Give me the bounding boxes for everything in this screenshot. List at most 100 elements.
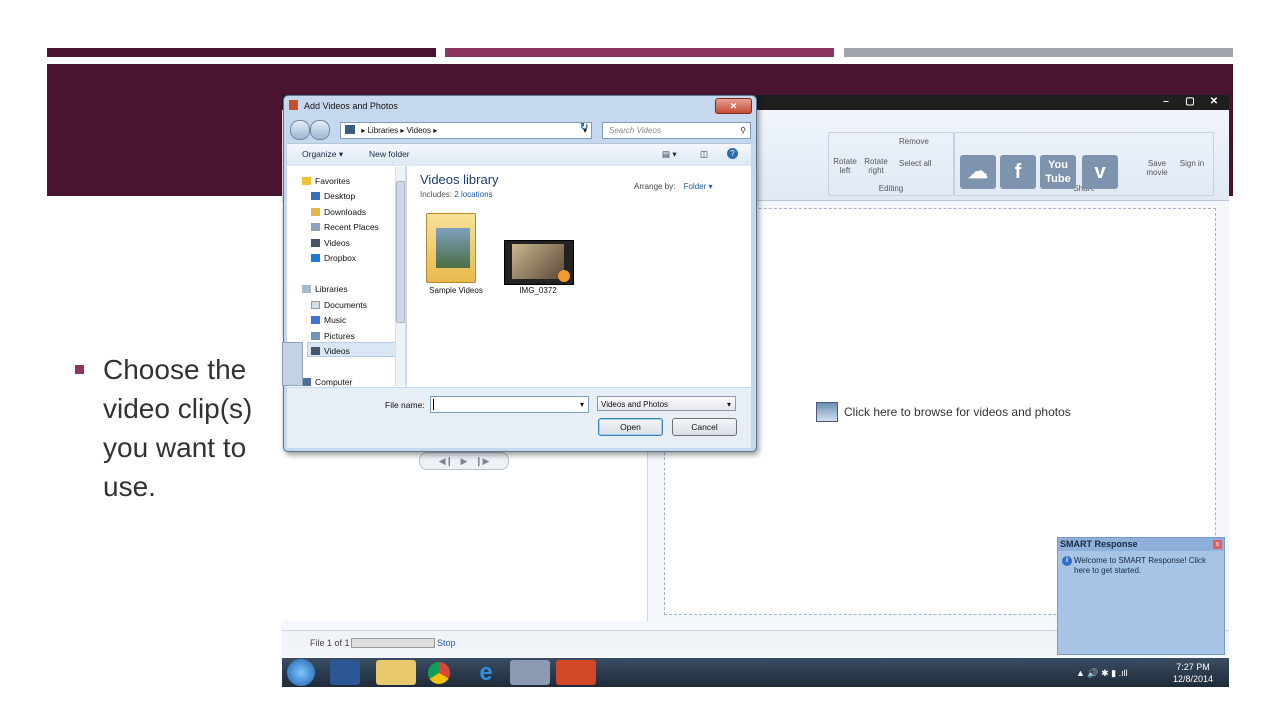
file-type-select[interactable]: Videos and Photos ▾ — [597, 396, 736, 411]
rotate-left-button[interactable]: Rotate left — [833, 157, 857, 175]
word-icon[interactable] — [330, 660, 360, 685]
nav-label: Videos — [324, 238, 350, 248]
arrange-by: Arrange by: Folder ▾ — [634, 182, 713, 191]
file-type-value: Videos and Photos — [601, 400, 669, 409]
dropbox-icon — [311, 254, 320, 262]
close-icon[interactable]: x — [1213, 540, 1222, 549]
nav-documents[interactable]: Documents — [311, 300, 367, 310]
nav-videos-favorite[interactable]: Videos — [311, 238, 350, 248]
cancel-button[interactable]: Cancel — [672, 418, 737, 436]
info-icon: i — [1062, 556, 1072, 566]
nav-label: Desktop — [324, 191, 356, 201]
documents-icon — [311, 301, 320, 309]
forward-button[interactable] — [310, 120, 330, 140]
nav-libraries[interactable]: Libraries — [302, 284, 348, 294]
internet-explorer-icon[interactable]: e — [473, 660, 499, 685]
playback-controls[interactable]: ◀❙ ▶ ❙▶ — [419, 452, 509, 470]
organize-menu[interactable]: Organize ▾ — [302, 149, 343, 160]
search-input[interactable]: Search Videos ⚲ — [602, 122, 751, 139]
system-tray-icons[interactable]: ▲ 🔊 ✱ ▮ .ıll — [1076, 668, 1128, 679]
img-0372-label: IMG_0372 — [519, 286, 557, 295]
start-button[interactable] — [287, 659, 315, 686]
desktop-icon — [311, 192, 320, 200]
vimeo-icon[interactable]: v — [1082, 155, 1118, 189]
back-button[interactable] — [290, 120, 310, 140]
rotate-right-button[interactable]: Rotate right — [863, 157, 889, 175]
powerpoint-icon[interactable] — [556, 660, 596, 685]
videos-icon — [311, 239, 320, 247]
sample-videos-label: Sample Videos — [429, 286, 483, 295]
star-icon — [302, 177, 311, 185]
nav-dropbox[interactable]: Dropbox — [311, 253, 356, 263]
youtube-icon[interactable]: You Tube — [1040, 155, 1076, 189]
slide-bullet: Choose the video clip(s) you want to use… — [75, 350, 275, 506]
close-button[interactable]: ✕ — [1202, 95, 1226, 109]
remove-button[interactable]: Remove — [899, 137, 945, 146]
nav-computer[interactable]: Computer — [302, 377, 352, 387]
nav-label: Libraries — [315, 284, 348, 294]
library-icon — [345, 125, 355, 134]
help-icon[interactable]: ? — [727, 148, 738, 159]
add-videos-dialog: Add Videos and Photos ✕ ▸ Libraries ▸ Vi… — [283, 95, 757, 452]
sign-in-button[interactable]: Sign in — [1179, 159, 1205, 168]
arrange-dropdown[interactable]: Folder ▾ — [684, 182, 713, 191]
photo-icon — [816, 402, 838, 422]
nav-desktop[interactable]: Desktop — [311, 191, 355, 201]
play-icon — [558, 270, 570, 282]
maximize-button[interactable]: ▢ — [1178, 95, 1202, 109]
breadcrumb-libraries[interactable]: Libraries — [367, 126, 398, 135]
nav-downloads[interactable]: Downloads — [311, 207, 366, 217]
computer-icon — [302, 378, 311, 386]
accent-bar-gray — [844, 48, 1233, 57]
expand-sidebar-handle[interactable] — [282, 342, 303, 386]
nav-scrollbar-thumb[interactable] — [396, 181, 405, 323]
new-folder-button[interactable]: New folder — [369, 149, 410, 159]
search-icon[interactable]: ⚲ — [740, 123, 746, 138]
address-bar[interactable]: ▸ Libraries ▸ Videos ▸ ▾ — [340, 122, 592, 139]
chevron-right-icon: ▸ — [361, 126, 366, 135]
view-options-icon[interactable]: ▤ ▾ — [662, 149, 677, 160]
nav-videos-library[interactable]: Videos — [311, 346, 350, 356]
preview-pane — [282, 451, 648, 621]
file-name-label: File name: — [385, 400, 425, 410]
nav-pictures[interactable]: Pictures — [311, 331, 355, 341]
nav-label: Videos — [324, 346, 350, 356]
chevron-down-icon[interactable]: ▾ — [580, 397, 584, 412]
text-cursor — [433, 399, 434, 410]
arrange-label: Arrange by: — [634, 182, 676, 191]
open-button[interactable]: Open — [598, 418, 663, 436]
browse-hint[interactable]: Click here to browse for videos and phot… — [844, 405, 1071, 419]
status-file-text: File 1 of 1 — [310, 638, 350, 648]
smart-popup-message[interactable]: Welcome to SMART Response! Click here to… — [1074, 556, 1219, 576]
clock[interactable]: 7:27 PM 12/8/2014 — [1170, 661, 1216, 685]
dialog-close-button[interactable]: ✕ — [715, 98, 752, 114]
includes-link[interactable]: 2 locations — [454, 190, 492, 199]
status-stop-link[interactable]: Stop — [437, 638, 456, 648]
refresh-icon[interactable]: ↻ — [580, 122, 588, 133]
preview-pane-icon[interactable]: ◫ — [700, 149, 708, 160]
explorer-icon[interactable] — [376, 660, 416, 685]
clock-time: 7:27 PM — [1176, 662, 1210, 672]
smart-response-popup[interactable]: SMART Response x i Welcome to SMART Resp… — [1057, 537, 1225, 655]
navigation-pane: Favorites Desktop Downloads Recent Place… — [287, 166, 406, 387]
save-movie-button[interactable]: Save movie — [1143, 159, 1171, 177]
nav-label: Dropbox — [324, 253, 357, 263]
minimize-button[interactable]: – — [1154, 95, 1178, 109]
breadcrumb-videos[interactable]: Videos — [407, 126, 431, 135]
accent-bar-dark — [47, 48, 436, 57]
select-all-button[interactable]: Select all — [899, 159, 951, 168]
nav-music[interactable]: Music — [311, 315, 346, 325]
editing-group-label: Editing — [878, 184, 904, 193]
folder-thumbnail — [436, 228, 470, 268]
nav-favorites[interactable]: Favorites — [302, 176, 350, 186]
file-name-input[interactable]: ▾ — [430, 396, 589, 413]
library-title: Videos library — [420, 172, 499, 187]
facebook-icon[interactable]: f — [1000, 155, 1036, 189]
chrome-icon[interactable] — [428, 662, 450, 684]
nav-recent-places[interactable]: Recent Places — [311, 222, 379, 232]
downloads-icon — [311, 208, 320, 216]
skydrive-icon[interactable]: ☁ — [960, 155, 996, 189]
video-frame — [512, 244, 564, 279]
accent-bar-magenta — [445, 48, 834, 57]
movie-maker-taskbar-icon[interactable] — [510, 660, 550, 685]
